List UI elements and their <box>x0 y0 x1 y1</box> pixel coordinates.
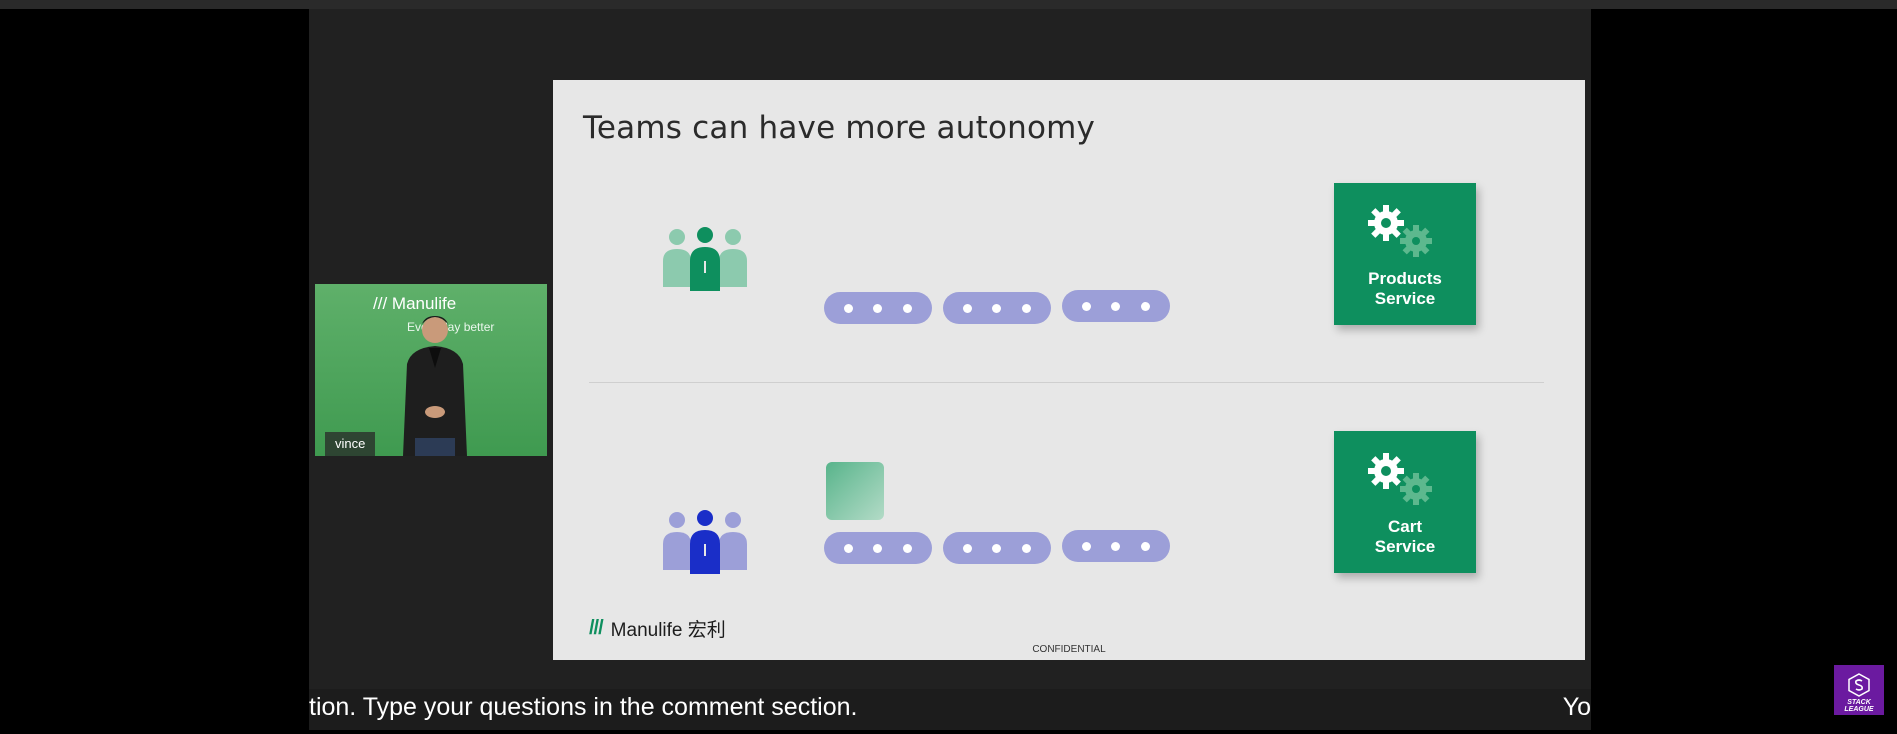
presenter-video[interactable]: /// Manulife Every day better vince <box>315 284 547 456</box>
queue-pill <box>1062 530 1170 562</box>
queue-pill <box>943 532 1051 564</box>
queue-pill <box>1062 290 1170 322</box>
service-label: Cart Service <box>1374 517 1436 556</box>
caption-bar: tion. Type your questions in the comment… <box>309 689 1591 730</box>
products-service-box: Products Service <box>1334 183 1476 325</box>
badge-text: STACK LEAGUE <box>1844 699 1874 713</box>
service-label: Products Service <box>1368 269 1442 308</box>
slide-title: Teams can have more autonomy <box>583 110 1096 146</box>
top-bar <box>0 0 1897 9</box>
participant-name: vince <box>325 432 376 456</box>
gears-icon <box>1368 453 1432 505</box>
queue-pill <box>943 292 1051 324</box>
queue-pill <box>824 532 932 564</box>
team-green-icon <box>663 227 747 291</box>
cart-service-box: Cart Service <box>1334 431 1476 573</box>
stack-league-logo-icon <box>1848 673 1870 697</box>
manulife-bars-icon: /// <box>589 617 604 639</box>
queue-pill <box>824 292 932 324</box>
slide-divider <box>589 382 1544 383</box>
gears-icon <box>1368 205 1432 257</box>
stack-league-badge[interactable]: STACK LEAGUE <box>1834 665 1884 715</box>
confidential-label: CONFIDENTIAL <box>1032 644 1106 655</box>
presenter-figure <box>403 316 467 456</box>
manulife-logo: /// Manulife 宏利 <box>589 615 726 642</box>
caption-text: tion. Type your questions in the comment… <box>309 693 858 721</box>
team-blue-icon <box>663 510 747 574</box>
presentation-slide: Teams can have more autonomy Products Se… <box>553 80 1585 660</box>
green-block <box>826 462 884 520</box>
caption-text-right: Yo <box>1562 693 1591 721</box>
logo-text: Manulife 宏利 <box>610 620 726 641</box>
